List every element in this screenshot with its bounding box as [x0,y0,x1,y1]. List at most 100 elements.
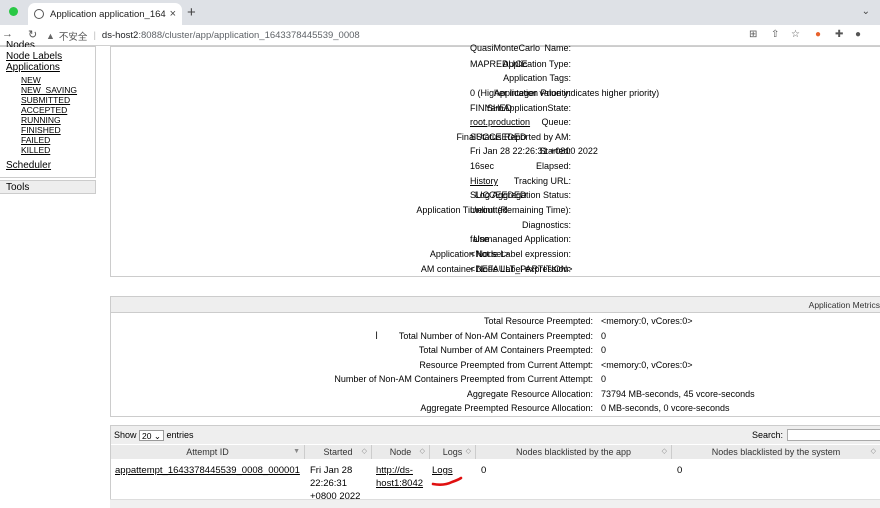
url-host: ds-host2 [101,30,139,41]
kv-key: Diagnostics: [521,220,571,230]
metric-key: Aggregate Preempted Resource Allocation: [420,403,593,413]
metric-row: Total Resource Preempted: <memory:0, vCo… [111,314,880,328]
col-logs[interactable]: Logs ◇ [430,445,476,459]
history-link[interactable]: History [470,174,498,188]
window-maximize-dot[interactable] [9,7,18,16]
blacklisted-app-value: 0 [481,465,487,476]
metric-key: Resource Preempted from Current Attempt: [419,360,593,370]
attempts-header-row: Attempt ID ▼ Started ◇ Node ◇ Logs ◇ Nodes b… [111,445,880,459]
kv-key: Unmanaged Application: [473,234,571,244]
application-overview-table: Name: QuasiMonteCarlo Application Type: … [110,43,880,277]
entries-label: entries [166,430,194,440]
metrics-header: Application Metrics [111,297,880,313]
kv-value: false [470,234,490,244]
kv-value: 0 (Higher integer value indicates higher… [470,88,660,98]
forward-arrow-icon[interactable]: → [2,28,13,40]
metric-value: 73794 MB-seconds, 45 vcore-seconds [601,389,755,399]
metric-value: <memory:0, vCores:0> [601,360,693,370]
profile-avatar-icon[interactable]: ● [855,29,861,40]
col-blacklisted-system[interactable]: Nodes blacklisted by the system ◇ [672,445,880,459]
kv-value: <Not set> [470,249,510,259]
kv-row-final-status: FinalStatus Reported by AM: SUCCEEDED [111,130,880,144]
metric-value: 0 [601,374,607,384]
nav-state-failed[interactable]: FAILED [21,135,50,145]
browser-tab[interactable]: Application application_16433 × [28,3,182,25]
kv-value: QuasiMonteCarlo [470,43,541,53]
kv-row-log-aggregation: Log Aggregation Status: SUCCEEDED [111,188,880,202]
globe-icon [34,9,44,19]
metric-row: Total Number of Non-AM Containers Preemp… [111,329,880,343]
nav-state-running[interactable]: RUNNING [21,115,61,125]
metric-key: Total Number of AM Containers Preempted: [418,345,593,355]
kv-row-am-node-label-expression: AM container Node Label expression: <DEF… [111,262,880,276]
kv-row-name: Name: QuasiMonteCarlo [111,41,880,55]
queue-link[interactable]: root.production [470,115,530,129]
kv-value: SUCCEEDED [470,132,527,142]
url-path: :8088/cluster/app/application_1643378445… [138,30,360,41]
search-input[interactable] [787,429,880,441]
bookmark-star-icon[interactable]: ☆ [791,29,800,40]
metric-row: Total Number of AM Containers Preempted:… [111,343,880,357]
kv-row-unmanaged: Unmanaged Application: false [111,232,880,246]
attempts-table-controls: Show 20 ⌄ entries Search: [111,426,880,444]
col-node[interactable]: Node ◇ [372,445,430,459]
insecure-label: 不安全 [58,31,88,43]
col-label: Nodes blacklisted by the app [515,447,632,457]
kv-value: SUCCEEDED [470,190,527,200]
metric-row: Number of Non-AM Containers Preempted fr… [111,372,880,386]
metric-value: 0 MB-seconds, 0 vcore-seconds [601,403,730,413]
tab-close-button[interactable]: × [170,8,176,20]
col-label: Logs [442,447,463,457]
node-link-line-2[interactable]: host1:8042 [376,477,423,490]
kv-value: Fri Jan 28 22:26:31 +0800 2022 [470,146,598,156]
metric-value: 0 [601,331,607,341]
metric-key: Number of Non-AM Containers Preempted fr… [334,374,593,384]
kv-key: Application Tags: [503,73,571,83]
col-label: Node [389,447,412,457]
tab-search-chevron-icon[interactable]: ⌄ [862,6,870,17]
sort-icon: ◇ [419,448,425,455]
blacklisted-system-value: 0 [677,465,683,476]
nav-link-applications[interactable]: Applications [6,62,60,73]
kv-row-timeout: Application Timeout (Remaining Time): Un… [111,203,880,217]
nav-state-new[interactable]: NEW [21,75,41,85]
nav-link-nodes[interactable]: Nodes [6,40,35,47]
chevron-down-icon: ⌄ [153,431,161,442]
attempt-id-link[interactable]: appattempt_1643378445539_0008_000001 [115,464,300,477]
horizontal-scrollbar[interactable] [110,499,880,508]
nav-state-killed[interactable]: KILLED [21,145,50,155]
nav-state-accepted[interactable]: ACCEPTED [21,105,67,115]
show-label: Show [114,430,137,440]
sort-icon: ◇ [465,448,471,455]
nav-state-new-saving[interactable]: NEW_SAVING [21,85,77,95]
attempts-table: Show 20 ⌄ entries Search: Attempt ID ▼ St… [110,425,880,508]
entries-select[interactable]: 20 ⌄ [139,430,164,442]
kv-row-diagnostics: Diagnostics: [111,218,880,232]
kv-key: Tracking URL: [513,176,571,186]
share-icon[interactable]: ⇧ [771,29,779,40]
nav-link-scheduler[interactable]: Scheduler [6,160,51,171]
kv-key: Elapsed: [535,161,571,171]
col-label: Started [323,447,353,457]
col-label: Attempt ID [186,447,229,457]
search-label: Search: [752,430,784,440]
kv-value: MAPREDUCE [470,59,528,69]
text-cursor-icon: I [375,330,379,342]
red-annotation-mark [431,476,463,486]
nav-tools-header[interactable]: Tools [0,180,96,194]
node-link-line-1[interactable]: http://ds- [376,464,413,477]
started-line-1: Fri Jan 28 [310,465,353,476]
col-blacklisted-app[interactable]: Nodes blacklisted by the app ◇ [476,445,672,459]
new-tab-button[interactable]: + [187,4,196,21]
translate-icon[interactable]: ⊞ [749,29,757,40]
kv-row-yarn-state: YarnApplicationState: FINISHED [111,101,880,115]
extension-orange-icon[interactable]: ● [815,29,821,40]
nav-link-node-labels[interactable]: Node Labels [6,51,62,62]
col-started[interactable]: Started ◇ [305,445,372,459]
nav-state-submitted[interactable]: SUBMITTED [21,95,70,105]
entries-value: 20 [142,431,152,442]
extensions-puzzle-icon[interactable]: ✚ [835,29,843,40]
col-attempt-id[interactable]: Attempt ID ▼ [111,445,305,459]
kv-value: <DEFAULT_PARTITION> [470,264,573,274]
nav-state-finished[interactable]: FINISHED [21,125,61,135]
